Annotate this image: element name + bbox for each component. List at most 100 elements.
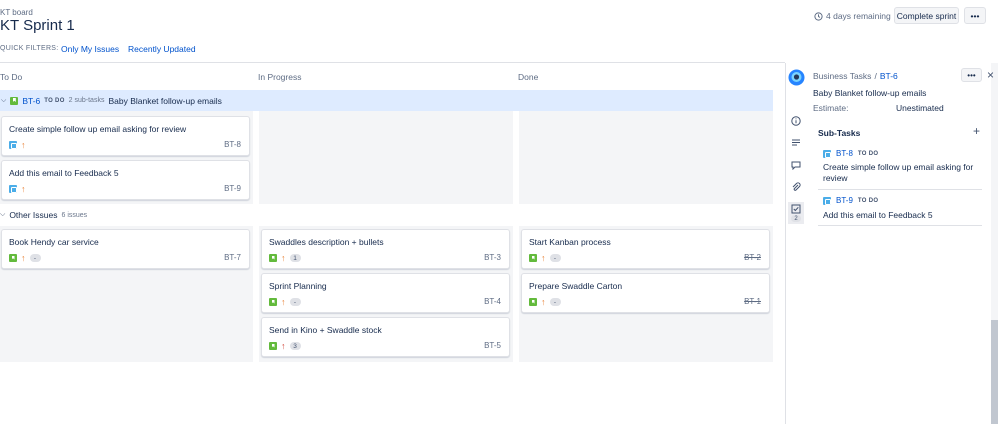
detail-breadcrumb: Business Tasks / BT-6 xyxy=(813,71,898,81)
subtask-key[interactable]: BT-8 xyxy=(836,149,853,158)
quick-filter-only-my-issues[interactable]: Only My Issues xyxy=(61,44,119,54)
story-icon xyxy=(269,342,277,350)
story-icon xyxy=(269,254,277,262)
card-title: Swaddles description + bullets xyxy=(269,237,384,247)
detail-more-button[interactable]: ••• xyxy=(961,68,982,82)
swimlane-summary: Baby Blanket follow-up emails xyxy=(108,95,222,106)
complete-sprint-button[interactable]: Complete sprint xyxy=(894,7,959,24)
info-icon[interactable] xyxy=(791,116,801,126)
story-points-badge: - xyxy=(549,298,561,306)
priority-medium-icon: ↑ xyxy=(281,253,286,263)
card-key: BT-2 xyxy=(744,253,761,262)
column-header-todo: To Do xyxy=(0,72,23,82)
subtask-icon xyxy=(823,196,831,205)
estimate-value[interactable]: Unestimated xyxy=(896,103,944,113)
sprint-title: KT Sprint 1 xyxy=(0,17,75,34)
subtasks-heading: Sub-Tasks xyxy=(818,128,861,138)
card-key: BT-8 xyxy=(224,140,241,149)
card-title: Start Kanban process xyxy=(529,237,611,247)
chevron-down-icon[interactable]: ⌵ xyxy=(1,97,6,105)
story-icon xyxy=(269,298,277,306)
story-icon xyxy=(529,254,537,262)
subtask-icon xyxy=(9,141,17,149)
subtask-count-badge: 2 xyxy=(791,215,801,222)
clock-icon xyxy=(814,11,823,21)
card-bt-2[interactable]: Start Kanban process ↑ - BT-2 xyxy=(521,229,770,269)
column-header-in-progress: In Progress xyxy=(258,72,302,82)
detail-issue-key[interactable]: BT-6 xyxy=(880,71,898,81)
card-title: Book Hendy car service xyxy=(9,237,99,247)
subtask-row[interactable]: BT-8 TO DO Create simple follow up email… xyxy=(818,143,982,190)
card-key: BT-9 xyxy=(224,184,241,193)
card-bt-7[interactable]: Book Hendy car service ↑ - BT-7 xyxy=(1,229,250,269)
header-divider xyxy=(0,62,785,63)
card-bt-4[interactable]: Sprint Planning ↑ - BT-4 xyxy=(261,273,510,313)
subtask-title: Add this email to Feedback 5 xyxy=(823,210,933,220)
priority-medium-icon: ↑ xyxy=(541,253,546,263)
card-key: BT-5 xyxy=(484,341,501,350)
subtasks-tab-icon[interactable]: 2 xyxy=(788,202,804,224)
card-title: Create simple follow up email asking for… xyxy=(9,124,187,134)
priority-medium-icon: ↑ xyxy=(21,184,26,194)
detail-scrollbar-thumb[interactable] xyxy=(991,320,998,424)
swimlane-subtask-count: 2 sub-tasks xyxy=(68,97,105,104)
subtask-title: Create simple follow up email asking for… xyxy=(823,162,974,183)
board-more-button[interactable]: ••• xyxy=(964,7,986,24)
inprogress-column-parent xyxy=(259,111,513,204)
card-key: BT-7 xyxy=(224,253,241,262)
detail-breadcrumb-separator: / xyxy=(874,71,877,81)
detail-summary[interactable]: Baby Blanket follow-up emails xyxy=(813,88,926,98)
story-icon xyxy=(529,298,537,306)
estimate-label: Estimate: xyxy=(813,103,849,113)
card-title: Add this email to Feedback 5 xyxy=(9,168,119,178)
detail-icon-bar: 2 xyxy=(786,63,807,424)
story-points-badge: - xyxy=(289,298,301,306)
project-avatar-icon xyxy=(788,69,805,86)
other-issues-count: 6 issues xyxy=(61,211,88,219)
add-subtask-icon[interactable]: + xyxy=(973,125,980,137)
story-icon xyxy=(10,96,19,105)
priority-medium-icon: ↑ xyxy=(281,297,286,307)
card-title: Send in Kino + Swaddle stock xyxy=(269,325,382,335)
other-issues-label: Other Issues xyxy=(9,210,58,220)
swimlane-key[interactable]: BT-6 xyxy=(22,96,40,106)
card-title: Prepare Swaddle Carton xyxy=(529,281,623,291)
card-bt-5[interactable]: Send in Kino + Swaddle stock ↑ 3 BT-5 xyxy=(261,317,510,357)
time-remaining: 4 days remaining xyxy=(814,11,891,21)
card-key: BT-4 xyxy=(484,297,501,306)
detail-close-icon[interactable]: × xyxy=(987,69,994,81)
parent-swimlane[interactable]: ⌵ BT-6 TO DO 2 sub-tasks Baby Blanket fo… xyxy=(0,90,773,111)
subtask-icon xyxy=(9,185,17,193)
time-remaining-text: 4 days remaining xyxy=(826,11,891,21)
card-bt-8[interactable]: Create simple follow up email asking for… xyxy=(1,116,250,156)
column-header-done: Done xyxy=(518,72,539,82)
comment-icon[interactable] xyxy=(791,160,801,171)
quick-filters-label: QUICK FILTERS: xyxy=(0,45,59,52)
chevron-down-icon[interactable]: ⌵ xyxy=(0,211,5,219)
description-icon[interactable] xyxy=(791,138,801,148)
subtask-icon xyxy=(823,149,831,158)
priority-medium-icon: ↑ xyxy=(21,253,26,263)
subtask-status: TO DO xyxy=(857,197,879,204)
card-title: Sprint Planning xyxy=(269,281,327,291)
story-icon xyxy=(9,254,17,262)
priority-high-icon: ↑ xyxy=(281,341,286,351)
card-bt-9[interactable]: Add this email to Feedback 5 ↑ BT-9 xyxy=(1,160,250,200)
attachment-icon[interactable] xyxy=(791,182,801,192)
swimlane-status: TO DO xyxy=(44,97,65,104)
card-key: BT-3 xyxy=(484,253,501,262)
story-points-badge: - xyxy=(29,254,41,262)
story-points-badge: 3 xyxy=(289,342,301,350)
card-bt-3[interactable]: Swaddles description + bullets ↑ 1 BT-3 xyxy=(261,229,510,269)
other-issues-swimlane[interactable]: ⌵ Other Issues 6 issues xyxy=(0,210,87,220)
card-bt-1[interactable]: Prepare Swaddle Carton ↑ - BT-1 xyxy=(521,273,770,313)
subtask-row[interactable]: BT-9 TO DO Add this email to Feedback 5 xyxy=(818,190,982,226)
priority-medium-icon: ↑ xyxy=(21,140,26,150)
subtask-key[interactable]: BT-9 xyxy=(836,196,853,205)
card-key: BT-1 xyxy=(744,297,761,306)
story-points-badge: - xyxy=(549,254,561,262)
story-points-badge: 1 xyxy=(289,254,301,262)
quick-filter-recently-updated[interactable]: Recently Updated xyxy=(128,44,196,54)
detail-project-link[interactable]: Business Tasks xyxy=(813,71,871,81)
board-breadcrumb[interactable]: KT board xyxy=(0,8,33,17)
